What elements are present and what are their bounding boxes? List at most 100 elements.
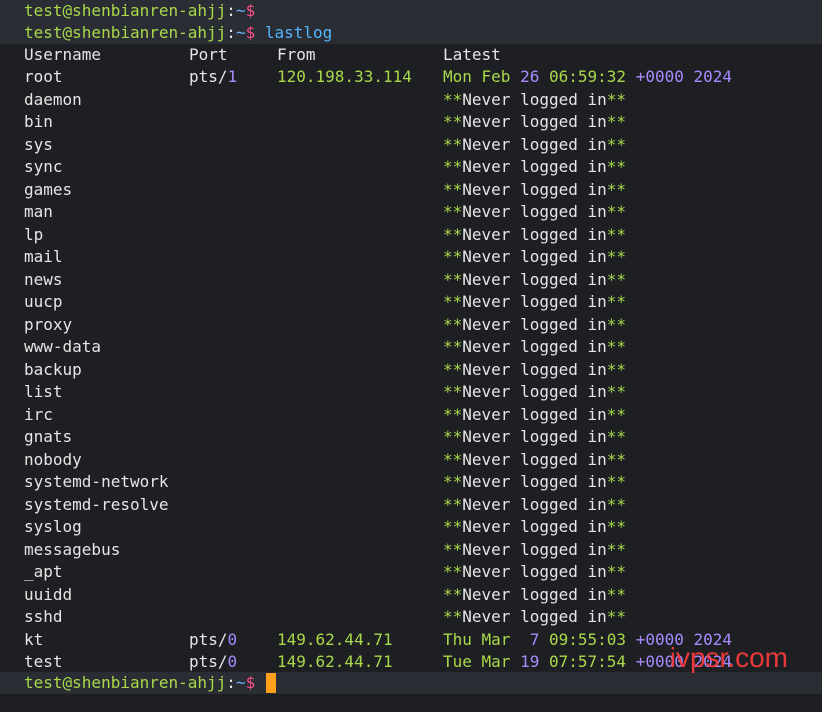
cell-username: uucp bbox=[24, 292, 63, 311]
table-row: irc **Never logged in** bbox=[24, 404, 804, 426]
cell-username: bin bbox=[24, 112, 53, 131]
cell-latest-never: **Never logged in** bbox=[443, 291, 626, 313]
asterisks: ** bbox=[606, 607, 627, 626]
prompt-dollar: $ bbox=[245, 1, 256, 20]
cell-latest-never: **Never logged in** bbox=[443, 156, 626, 178]
asterisks: ** bbox=[443, 517, 463, 536]
cell-username: daemon bbox=[24, 89, 82, 109]
cell-latest-never: **Never logged in** bbox=[443, 89, 626, 111]
header-port: Port bbox=[189, 45, 228, 64]
asterisks: ** bbox=[443, 269, 463, 289]
cell-username: kt bbox=[24, 629, 44, 649]
never-text: Never logged in bbox=[462, 359, 607, 379]
cell-username: nobody bbox=[24, 449, 82, 469]
date-part: Mon Feb bbox=[443, 67, 511, 86]
prompt-dollar: $ bbox=[245, 23, 256, 42]
table-row: gnats **Never logged in** bbox=[24, 426, 804, 448]
prompt-user-host: test@shenbianren-ahjj bbox=[24, 1, 227, 20]
never-text: Never logged in bbox=[462, 584, 607, 604]
cell-username: irc bbox=[24, 404, 53, 424]
never-text: Never logged in bbox=[462, 314, 607, 334]
never-text: Never logged in bbox=[462, 449, 607, 469]
cell-username: backup bbox=[24, 359, 82, 379]
date-part bbox=[539, 67, 549, 86]
asterisks: ** bbox=[443, 179, 463, 199]
prompt-line-1: test@shenbianren-ahjj:~$ bbox=[24, 0, 255, 22]
cell-port-prefix: pts/ bbox=[189, 652, 228, 671]
table-row: uucp **Never logged in** bbox=[24, 291, 804, 313]
asterisks: ** bbox=[443, 112, 463, 131]
prompt-path: ~ bbox=[235, 1, 246, 20]
table-row: syslog **Never logged in** bbox=[24, 516, 804, 538]
date-part: 06:59:32 bbox=[548, 67, 627, 86]
asterisks: ** bbox=[606, 449, 627, 469]
date-part: 07:57:54 bbox=[548, 652, 627, 671]
asterisks: ** bbox=[443, 539, 463, 559]
never-text: Never logged in bbox=[462, 607, 607, 626]
prompt-user-host: test@shenbianren-ahjj bbox=[24, 673, 227, 692]
never-text: Never logged in bbox=[462, 247, 607, 266]
asterisks: ** bbox=[606, 382, 627, 401]
cell-latest-never: **Never logged in** bbox=[443, 516, 626, 538]
asterisks: ** bbox=[443, 202, 463, 221]
command-text: lastlog bbox=[264, 23, 333, 42]
cell-username: proxy bbox=[24, 314, 73, 334]
asterisks: ** bbox=[443, 472, 463, 491]
asterisks: ** bbox=[606, 247, 627, 266]
date-part bbox=[684, 67, 694, 86]
asterisks: ** bbox=[443, 449, 463, 469]
cell-latest-never: **Never logged in** bbox=[443, 404, 626, 426]
cell-username: uuidd bbox=[24, 584, 73, 604]
table-row: _apt **Never logged in** bbox=[24, 561, 804, 583]
cell-latest: Mon Feb 26 06:59:32 +0000 2024 bbox=[443, 66, 732, 88]
never-text: Never logged in bbox=[462, 382, 607, 401]
asterisks: ** bbox=[606, 517, 627, 536]
cell-latest-never: **Never logged in** bbox=[443, 336, 626, 358]
date-part: 09:55:03 bbox=[548, 629, 627, 649]
cell-username: systemd-resolve bbox=[24, 494, 169, 514]
table-row: games **Never logged in** bbox=[24, 179, 804, 201]
date-part bbox=[510, 67, 520, 86]
table-row: news **Never logged in** bbox=[24, 269, 804, 291]
cell-username: news bbox=[24, 269, 63, 289]
never-text: Never logged in bbox=[462, 562, 607, 581]
asterisks: ** bbox=[606, 224, 627, 244]
table-row: systemd-resolve **Never logged in** bbox=[24, 494, 804, 516]
asterisks: ** bbox=[443, 494, 463, 514]
watermark-logo: ivpsr.com bbox=[669, 642, 788, 673]
table-row: sshd **Never logged in** bbox=[24, 606, 804, 628]
never-text: Never logged in bbox=[462, 404, 607, 424]
cell-username: sshd bbox=[24, 607, 63, 626]
asterisks: ** bbox=[443, 157, 463, 176]
cell-username: man bbox=[24, 202, 53, 221]
text-cursor bbox=[266, 673, 276, 693]
date-part bbox=[626, 652, 636, 671]
table-row: www-data **Never logged in** bbox=[24, 336, 804, 358]
table-header: Username Port From Latest bbox=[24, 44, 804, 66]
never-text: Never logged in bbox=[462, 224, 607, 244]
terminal-window[interactable]: test@shenbianren-ahjj:~$ test@shenbianre… bbox=[0, 0, 822, 712]
cell-username: root bbox=[24, 67, 63, 86]
cell-username: list bbox=[24, 382, 63, 401]
table-row: systemd-network **Never logged in** bbox=[24, 471, 804, 493]
table-row: daemon **Never logged in** bbox=[24, 89, 804, 111]
asterisks: ** bbox=[443, 427, 463, 446]
cell-latest-never: **Never logged in** bbox=[443, 314, 626, 336]
header-latest: Latest bbox=[443, 45, 501, 64]
cell-latest-never: **Never logged in** bbox=[443, 449, 626, 471]
table-row: sys **Never logged in** bbox=[24, 134, 804, 156]
cell-port-number: 1 bbox=[227, 67, 238, 86]
prompt-line-bottom[interactable]: test@shenbianren-ahjj:~$ bbox=[24, 672, 255, 694]
asterisks: ** bbox=[606, 427, 627, 446]
cell-latest-never: **Never logged in** bbox=[443, 269, 626, 291]
table-row: list **Never logged in** bbox=[24, 381, 804, 403]
asterisks: ** bbox=[606, 584, 627, 604]
never-text: Never logged in bbox=[462, 494, 607, 514]
cell-username: messagebus bbox=[24, 539, 121, 559]
table-row: messagebus **Never logged in** bbox=[24, 539, 804, 561]
prompt-path: ~ bbox=[235, 673, 246, 692]
never-text: Never logged in bbox=[462, 269, 607, 289]
cell-latest-never: **Never logged in** bbox=[443, 561, 626, 583]
asterisks: ** bbox=[443, 134, 463, 154]
cell-username: www-data bbox=[24, 337, 102, 356]
